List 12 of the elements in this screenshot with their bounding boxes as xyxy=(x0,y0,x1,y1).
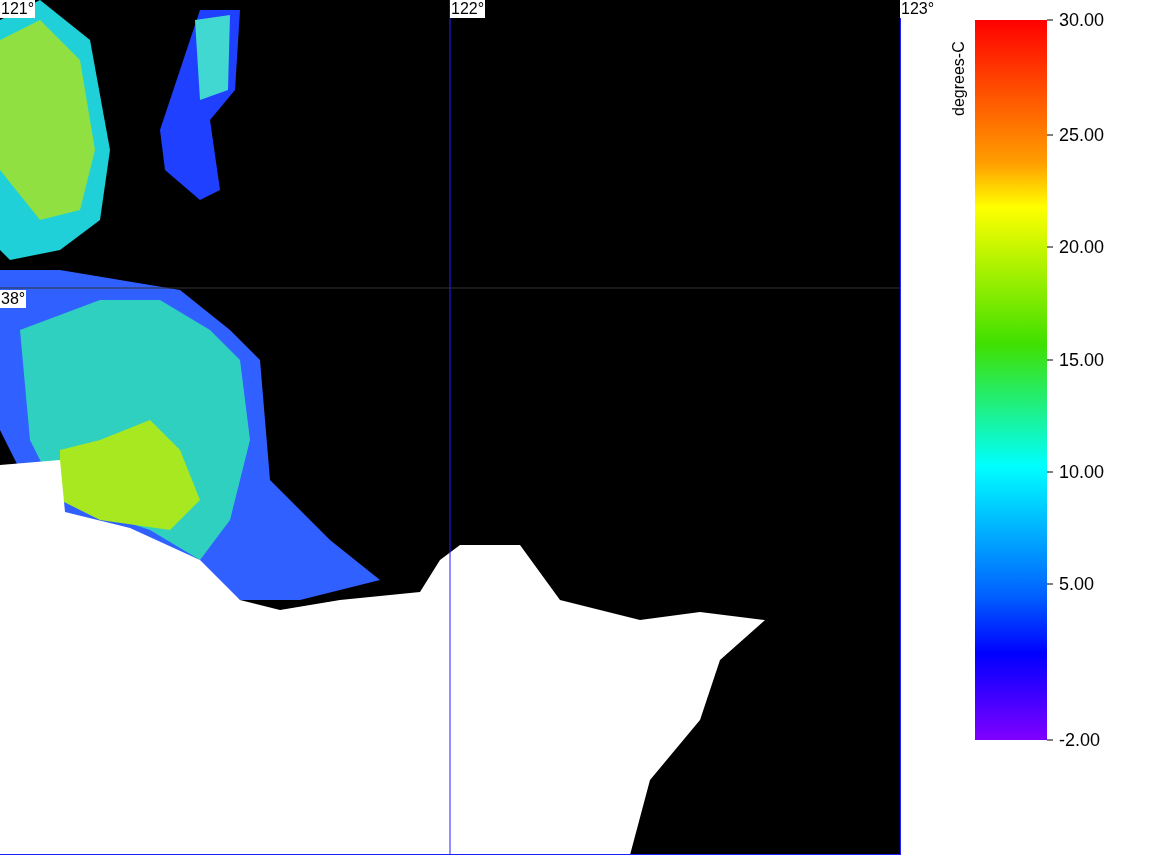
latitude-label: 38° xyxy=(0,290,27,308)
scale-tick-label: -2.00 xyxy=(1059,730,1101,750)
scale-tick-label: 25.00 xyxy=(1059,125,1105,145)
scale-tick-label: 30.00 xyxy=(1059,10,1105,30)
longitude-label: 123° xyxy=(900,0,936,18)
scale-tick-label: 15.00 xyxy=(1059,350,1105,370)
scale-tick-label: 5.00 xyxy=(1059,574,1095,594)
scale-title: degrees-C xyxy=(949,41,968,116)
scale-tick-label: 10.00 xyxy=(1059,462,1105,482)
longitude-label: 122° xyxy=(450,0,486,18)
longitude-label: 121° xyxy=(0,0,36,18)
scale-tick-label: 20.00 xyxy=(1059,237,1105,257)
